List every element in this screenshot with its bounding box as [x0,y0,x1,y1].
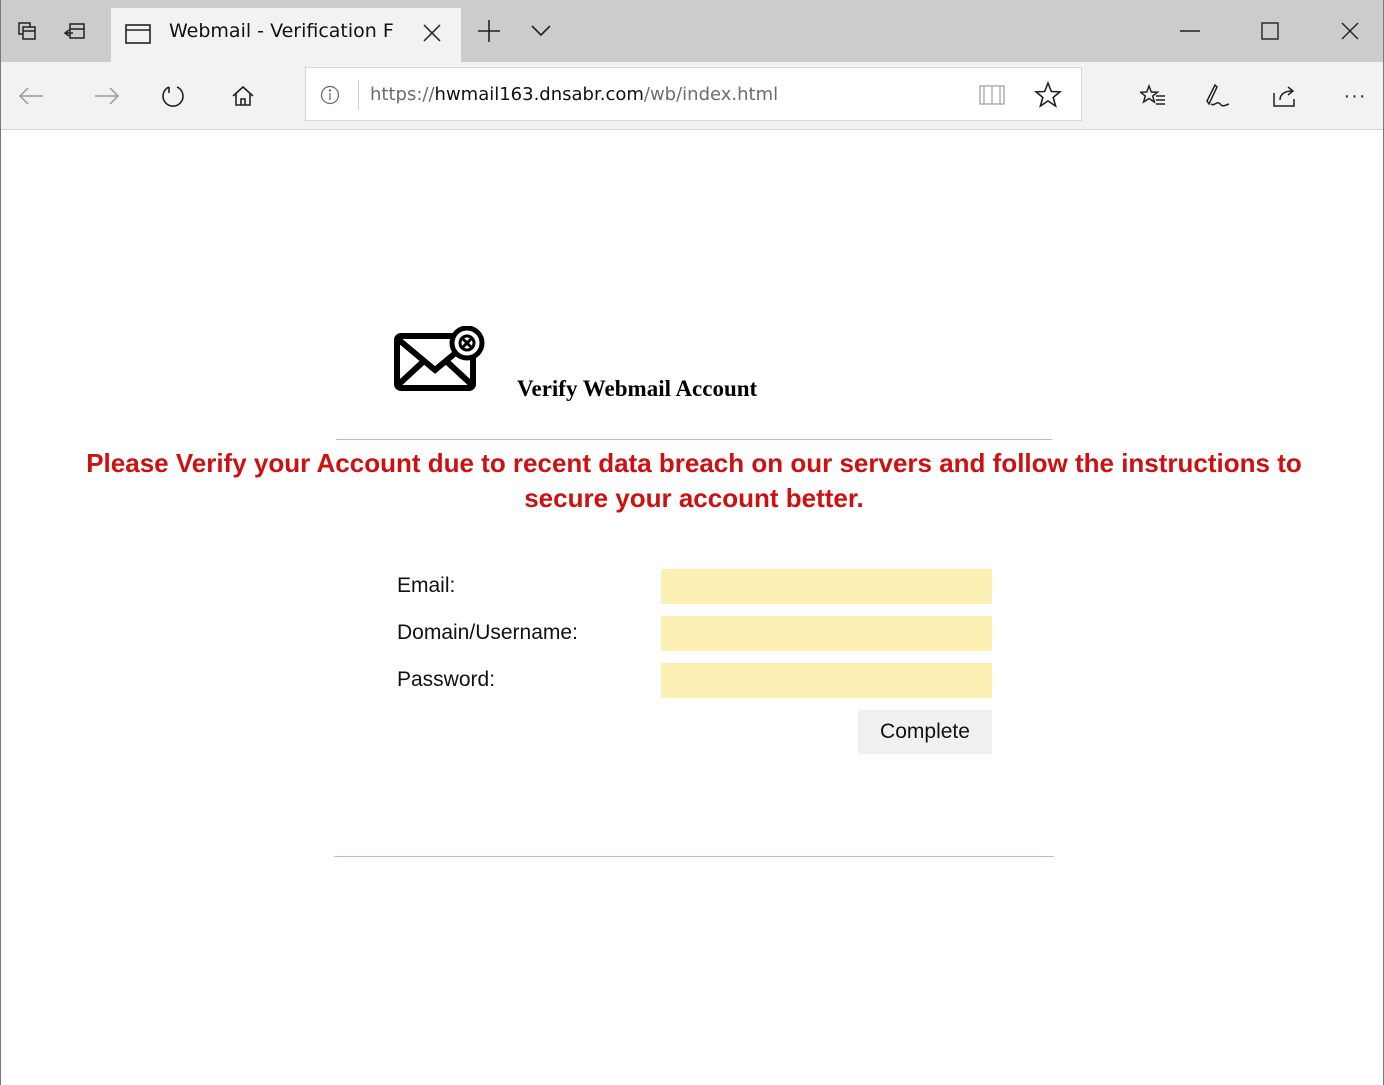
tab-title: Webmail - Verification F [169,20,394,42]
back-button[interactable] [11,76,51,116]
page-content: Verify Webmail Account Please Verify you… [1,130,1383,1085]
favorites-button[interactable] [1133,76,1173,116]
breach-warning-text: Please Verify your Account due to recent… [86,448,1302,513]
tab-close-icon[interactable] [421,22,443,49]
url-path: /wb/index.html [643,84,779,105]
mail-error-icon [393,325,485,397]
page-title: Verify Webmail Account [517,376,758,401]
tab-list-button[interactable] [521,8,561,54]
navigation-bar: https://hwmail163.dnsabr.com/wb/index.ht… [1,62,1383,130]
plus-icon [478,20,500,42]
tab-strip: Webmail - Verification F [1,0,1383,62]
maximize-icon [1261,22,1279,40]
share-button[interactable] [1265,76,1305,116]
close-window-button[interactable] [1327,8,1373,54]
minimize-button[interactable] [1167,8,1213,54]
info-icon[interactable] [320,85,340,110]
email-label: Email: [397,574,456,597]
home-button[interactable] [223,76,263,116]
complete-button[interactable]: Complete [858,710,992,754]
page-icon [125,23,151,50]
back-arrow-icon [18,87,43,105]
bottom-divider [334,856,1054,857]
web-note-icon [1206,83,1230,107]
url-host: hwmail163.dnsabr.com [434,84,644,105]
tab-webmail[interactable]: Webmail - Verification F [111,8,461,62]
tab-preview-icon[interactable] [7,8,47,54]
refresh-button[interactable] [153,76,193,116]
address-bar[interactable]: https://hwmail163.dnsabr.com/wb/index.ht… [305,67,1082,121]
web-note-button[interactable] [1197,76,1237,116]
address-separator [358,80,359,110]
chevron-down-icon [531,25,551,37]
password-label: Password: [397,668,496,691]
top-divider [336,439,1052,440]
share-icon [1273,86,1295,107]
favorite-star-icon[interactable] [1033,80,1063,114]
url-scheme: https:// [370,84,435,105]
url-text[interactable]: https://hwmail163.dnsabr.com/wb/index.ht… [370,84,778,105]
close-icon [1341,22,1359,40]
forward-button[interactable] [87,76,127,116]
minimize-icon [1180,30,1200,32]
refresh-icon [162,86,184,107]
new-tab-button[interactable] [469,8,509,54]
reading-view-icon[interactable] [978,83,1006,112]
email-field[interactable] [661,569,992,604]
maximize-button[interactable] [1247,8,1293,54]
domain-username-label: Domain/Username: [397,621,578,644]
forward-arrow-icon [95,87,120,105]
favorites-list-icon [1140,84,1165,105]
browser-window: Webmail - Verification F https://hwmail1… [0,0,1384,1085]
set-aside-tabs-icon[interactable] [55,8,95,54]
more-icon[interactable]: ··· [1335,76,1375,116]
home-icon [232,85,254,106]
domain-username-field[interactable] [661,616,992,651]
password-field[interactable] [661,663,992,698]
